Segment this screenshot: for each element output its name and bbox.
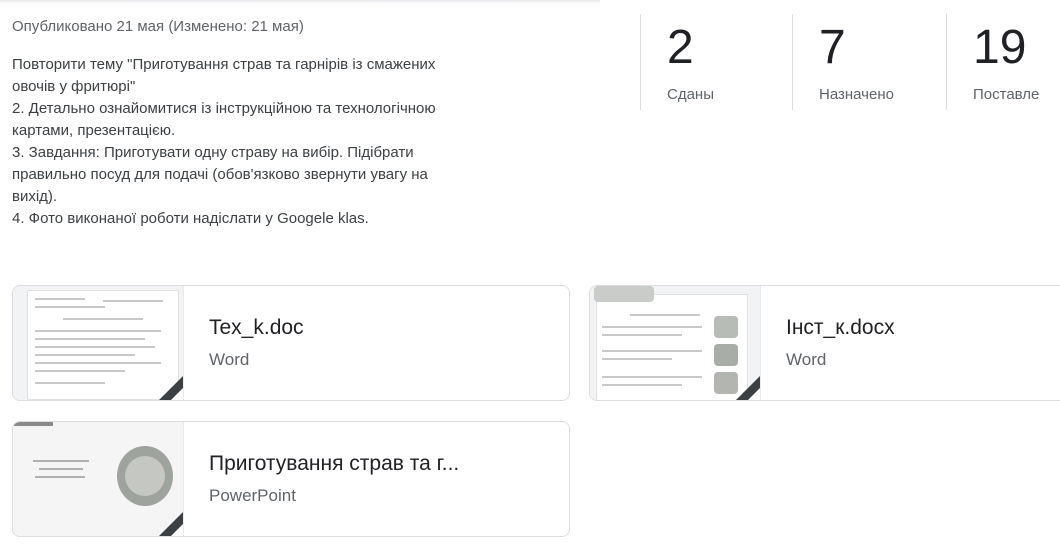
- top-divider: [0, 0, 600, 4]
- instruction-line: 4. Фото виконаної роботи надіслати у Goo…: [12, 210, 369, 227]
- attachment-name[interactable]: Tex_k.doc: [209, 314, 549, 342]
- instruction-line: вихід).: [12, 188, 58, 205]
- file-thumbnail-icon: [13, 286, 184, 400]
- stat-assigned[interactable]: 7 Назначено: [792, 14, 947, 110]
- stat-label: Назначено: [819, 86, 894, 103]
- attachment-type: Word: [209, 350, 250, 369]
- file-thumbnail-icon: [13, 422, 184, 536]
- instruction-line: 2. Детально ознайомитися із інструкційно…: [12, 100, 436, 117]
- assignment-details: Опубликовано 21 мая (Изменено: 21 мая) П…: [0, 0, 1060, 551]
- stat-label: Поставле: [973, 86, 1040, 103]
- attachment-name[interactable]: Приготування страв та г...: [209, 450, 549, 478]
- attachment-card[interactable]: Інст_к.docx Word: [589, 285, 1060, 401]
- published-date: Опубликовано 21 мая (Изменено: 21 мая): [12, 18, 304, 35]
- instruction-line: картами, презентацією.: [12, 122, 176, 139]
- instruction-line: овочів у фритюрі": [12, 78, 136, 95]
- attachment-type: PowerPoint: [209, 486, 296, 505]
- attachment-card[interactable]: Tex_k.doc Word: [12, 285, 570, 401]
- attachment-type: Word: [786, 350, 827, 369]
- instructions-text: Повторити тему "Приготування страв та га…: [12, 54, 612, 230]
- stat-submitted[interactable]: 2 Сданы: [640, 14, 791, 110]
- attachment-card[interactable]: Приготування страв та г... PowerPoint: [12, 421, 570, 537]
- instruction-line: 3. Завдання: Приготувати одну страву на …: [12, 144, 414, 161]
- submission-stats: 2 Сданы 7 Назначено 19 Поставле: [640, 14, 1060, 110]
- file-thumbnail-icon: [590, 286, 761, 400]
- attachment-name[interactable]: Інст_к.docx: [786, 314, 1046, 342]
- stat-graded[interactable]: 19 Поставле: [946, 14, 1060, 110]
- stat-number: 2: [667, 21, 694, 74]
- stat-number: 7: [819, 21, 846, 74]
- instruction-line: Повторити тему "Приготування страв та га…: [12, 56, 436, 73]
- stat-number: 19: [973, 21, 1027, 74]
- instruction-line: правильно посуд для подачі (обов'язково …: [12, 166, 428, 183]
- stat-label: Сданы: [667, 86, 714, 103]
